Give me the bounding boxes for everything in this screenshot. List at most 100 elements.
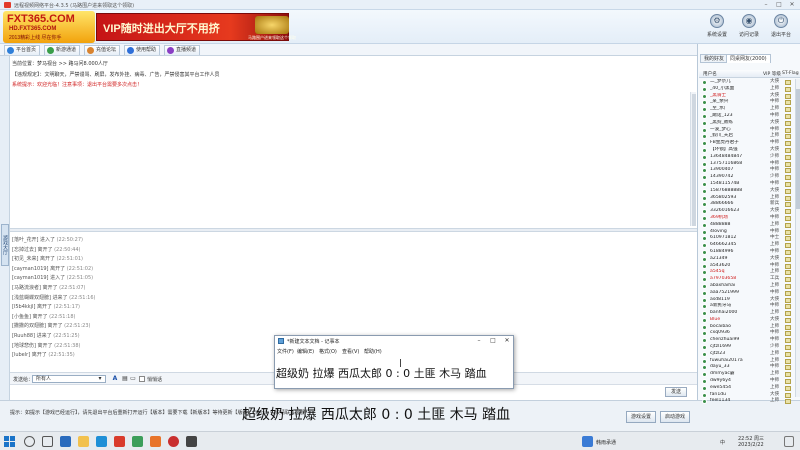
- user-row[interactable]: cjtzl23 上师: [699, 351, 795, 358]
- user-row[interactable]: _踢诺_123 中师: [699, 113, 795, 120]
- game-settings-button[interactable]: 游戏设置: [626, 411, 657, 423]
- user-list-scrollbar[interactable]: [795, 79, 800, 397]
- chat-app-icon[interactable]: [132, 436, 143, 447]
- minimize-icon[interactable]: –: [473, 337, 485, 345]
- user-row[interactable]: _黑骑士 大侠: [699, 93, 795, 100]
- user-row[interactable]: FB金虎丹君子 中师: [699, 140, 795, 147]
- tab-live[interactable]: 直播频道: [164, 45, 201, 55]
- user-row[interactable]: 13648484847 少师: [699, 154, 795, 161]
- private-message-checkbox[interactable]: [139, 376, 145, 382]
- store-icon[interactable]: [96, 436, 107, 447]
- tab-home[interactable]: 平台首页: [4, 45, 41, 55]
- access-record-button[interactable]: ◉ 访问记录: [734, 13, 764, 43]
- log-user-name[interactable]: [cayman1019]: [12, 266, 49, 272]
- log-user-name[interactable]: [撒撒的双翅膀]: [12, 323, 46, 329]
- terminal-icon[interactable]: [186, 436, 197, 447]
- user-row[interactable]: 365802593 上师: [699, 195, 795, 202]
- user-row[interactable]: feel1134 上师: [699, 398, 795, 405]
- user-row[interactable]: 369机场 中师: [699, 215, 795, 222]
- user-row[interactable]: aaa7521999 中师: [699, 290, 795, 297]
- notepad-text[interactable]: 超级奶 拉爆 西瓜太郎 0 : 0 土匪 木马 踏血: [276, 365, 487, 381]
- user-row[interactable]: 13900407 中师: [699, 167, 795, 174]
- user-row[interactable]: _某_余兴 中师: [699, 99, 795, 106]
- user-row[interactable]: 【环锁】高强 大侠: [699, 147, 795, 154]
- user-row[interactable]: 610971812 中士: [699, 235, 795, 242]
- user-row[interactable]: bocaibao 上师: [699, 324, 795, 331]
- user-row[interactable]: 38866666 新兵: [699, 201, 795, 208]
- emoticon-icon[interactable]: ▭: [129, 375, 137, 383]
- system-settings-button[interactable]: ⚙ 系统设置: [702, 13, 732, 43]
- tab-help[interactable]: 使用帮助: [124, 45, 161, 55]
- chat-scrollbar[interactable]: [690, 92, 696, 226]
- menu-file[interactable]: 文件(F): [277, 348, 294, 355]
- user-row[interactable]: 4loving 中师: [699, 229, 795, 236]
- user-row[interactable]: a545q 上师: [699, 269, 795, 276]
- send-button[interactable]: 发送: [665, 387, 687, 397]
- scroll-thumb[interactable]: [692, 94, 696, 226]
- log-user-name[interactable]: [落叶_花开]: [12, 237, 38, 243]
- log-user-name[interactable]: [马路流浪者]: [12, 285, 41, 291]
- user-row[interactable]: dw9y6y4 中师: [699, 378, 795, 385]
- log-user-name[interactable]: [初见_未来]: [12, 256, 38, 262]
- media-app-icon[interactable]: [150, 436, 161, 447]
- maximize-icon[interactable]: □: [773, 1, 785, 9]
- edge-browser-icon[interactable]: [60, 436, 71, 447]
- active-app-label[interactable]: 韩雨承通: [596, 439, 616, 446]
- user-row[interactable]: cjtzl1699 少师: [699, 344, 795, 351]
- file-explorer-icon[interactable]: [78, 436, 89, 447]
- user-row[interactable]: _假川_天启 上师: [699, 133, 795, 140]
- exit-platform-button[interactable]: ⏻ 退出平台: [766, 13, 796, 43]
- user-row[interactable]: ewe5454 上师: [699, 385, 795, 392]
- user-row[interactable]: a新民牙马 中师: [699, 303, 795, 310]
- menu-edit[interactable]: 编辑(E): [297, 348, 314, 355]
- chevron-down-icon[interactable]: ▾: [96, 375, 104, 383]
- tab-room-users[interactable]: 同桌网友(2000): [726, 54, 771, 63]
- log-user-name[interactable]: [lubelr]: [12, 352, 30, 358]
- game-app-icon[interactable]: [114, 436, 125, 447]
- log-user-name[interactable]: [Ruuh88]: [12, 333, 35, 339]
- splitter-handle[interactable]: [10, 228, 697, 232]
- log-user-name[interactable]: [忘掉过去]: [12, 247, 36, 253]
- launch-game-button[interactable]: 启动游戏: [660, 411, 691, 423]
- menu-help[interactable]: 帮助(H): [364, 348, 382, 355]
- user-row[interactable]: 154811574B 中师: [699, 181, 795, 188]
- vip-ad-banner[interactable]: VIP随时进出大厅不用挤 马路围户进来领取这个领取: [96, 13, 296, 41]
- notification-icon[interactable]: [784, 436, 794, 447]
- scroll-thumb[interactable]: [796, 89, 800, 209]
- user-row[interactable]: a79703658 工兵: [699, 276, 795, 283]
- user-row[interactable]: a21349 大侠: [699, 256, 795, 263]
- task-view-icon[interactable]: [42, 436, 53, 447]
- user-row[interactable]: 61884996 中师: [699, 249, 795, 256]
- user-row[interactable]: asd8119 大侠: [699, 297, 795, 304]
- log-user-name[interactable]: [地球悲伤]: [12, 343, 36, 349]
- log-user-name[interactable]: [小鱼鱼]: [12, 314, 31, 320]
- log-user-name[interactable]: [浅蓝蝴蝶双翅膀]: [12, 295, 51, 301]
- minimize-icon[interactable]: –: [760, 1, 772, 9]
- color-picker-icon[interactable]: ▤: [121, 375, 129, 383]
- close-icon[interactable]: ✕: [786, 1, 798, 9]
- user-row[interactable]: banhai2000 上师: [699, 310, 795, 317]
- close-icon[interactable]: ✕: [501, 337, 513, 345]
- user-row[interactable]: 3326016623 大侠: [699, 208, 795, 215]
- user-row[interactable]: 二_梦奈儿 大侠: [699, 79, 795, 86]
- user-row[interactable]: _40_小黑面 上师: [699, 86, 795, 93]
- user-row[interactable]: _黑狗_教练 大侠: [699, 120, 795, 127]
- user-row[interactable]: 13757116868 中师: [699, 161, 795, 168]
- user-row[interactable]: Blue 大侠: [699, 317, 795, 324]
- menu-view[interactable]: 查看(V): [342, 348, 359, 355]
- font-style-icon[interactable]: A: [111, 375, 119, 383]
- user-row[interactable]: 4888888 上师: [699, 222, 795, 229]
- log-user-name[interactable]: [l5b4kkjl]: [12, 304, 35, 310]
- user-row[interactable]: cxq0936 中师: [699, 330, 795, 337]
- search-icon[interactable]: [24, 436, 35, 447]
- tab-forum[interactable]: 充值论坛: [84, 45, 121, 55]
- active-app-icon[interactable]: [582, 436, 593, 447]
- send-target-select[interactable]: 所有人: [32, 375, 106, 383]
- user-row[interactable]: a543620 中师: [699, 263, 795, 270]
- user-row[interactable]: 646662345 上师: [699, 242, 795, 249]
- user-row[interactable]: _至_水广 上师: [699, 106, 795, 113]
- game-lobby-side-tab[interactable]: 游戏大厅: [1, 224, 9, 266]
- user-row[interactable]: abaxhaihai 上师: [699, 283, 795, 290]
- windows-start-icon[interactable]: [4, 436, 15, 447]
- user-row[interactable]: dmmyac霸 上师: [699, 371, 795, 378]
